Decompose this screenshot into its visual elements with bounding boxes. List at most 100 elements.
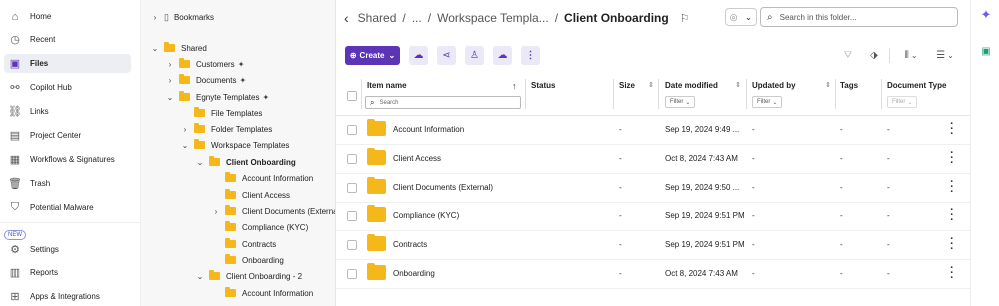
download-button[interactable]: ☁ <box>493 46 512 65</box>
more-vertical-icon[interactable]: · · · <box>948 119 956 140</box>
view-selector[interactable]: ◎ ⌄ <box>725 8 757 26</box>
tree-item-bookmarks[interactable]: › ▯ Bookmarks <box>150 10 214 24</box>
chevron-right-icon[interactable]: › <box>211 207 221 216</box>
more-vertical-icon[interactable]: · · · <box>948 148 956 169</box>
tree-item-compliance-kyc[interactable]: Compliance (KYC) <box>211 220 308 234</box>
breadcrumb-workspace-templates[interactable]: Workspace Templa... <box>437 11 549 25</box>
tree-item-contracts[interactable]: Contracts <box>211 237 276 251</box>
select-all-checkbox[interactable] <box>347 91 357 101</box>
item-name-search[interactable]: ⌕ Search <box>365 96 521 109</box>
breadcrumb-shared[interactable]: Shared <box>358 11 397 25</box>
nav-item-files[interactable]: ▣ Files <box>4 54 131 73</box>
share-button[interactable]: ⋖ <box>437 46 456 65</box>
tree-item-file-templates[interactable]: File Templates <box>180 106 262 120</box>
row-name[interactable]: Account Information <box>393 125 464 134</box>
search-box[interactable]: ⌕ Search in this folder... <box>760 7 958 27</box>
sort-arrow-up-icon[interactable]: ↑ <box>512 81 517 91</box>
row-checkbox[interactable] <box>347 240 357 250</box>
tree-item-workspace-templates[interactable]: ⌄ Workspace Templates <box>180 138 289 152</box>
more-vertical-icon[interactable]: · · · <box>948 177 956 198</box>
tree-item-documents[interactable]: › Documents ✦ <box>165 73 246 87</box>
row-checkbox[interactable] <box>347 269 357 279</box>
app-panel-icon[interactable]: ▣ <box>979 44 993 58</box>
chevron-down-icon[interactable]: ⌄ <box>180 141 190 150</box>
create-button[interactable]: ⊕ Create ⌄ <box>345 46 400 65</box>
more-vertical-icon[interactable]: · · · <box>948 234 956 255</box>
row-name[interactable]: Onboarding <box>393 269 435 278</box>
more-vertical-icon[interactable]: · · · <box>948 205 956 226</box>
nav-item-potential-malware[interactable]: ⛉ Potential Malware <box>4 198 131 217</box>
more-actions-button[interactable]: ⋮ <box>521 46 540 65</box>
nav-item-links[interactable]: ⛓ Links <box>4 102 131 121</box>
nav-item-reports[interactable]: ▥ Reports <box>4 263 131 282</box>
folder-icon <box>225 205 236 215</box>
tree-item-customers[interactable]: › Customers ✦ <box>165 57 244 71</box>
nav-item-copilot-hub[interactable]: ⚯ Copilot Hub <box>4 78 131 97</box>
row-name[interactable]: Client Access <box>393 154 441 163</box>
filter-icon[interactable]: ⛛ <box>841 48 855 63</box>
column-header-date-modified[interactable]: Date modified <box>665 81 718 90</box>
table-row[interactable]: Client Access - Oct 8, 2024 7:43 AM - - … <box>336 145 970 174</box>
bookmark-icon[interactable]: ⚐ <box>680 12 690 25</box>
breadcrumb-ellipsis[interactable]: ... <box>412 11 422 25</box>
sort-icon[interactable]: ⇕ <box>648 81 654 89</box>
date-filter[interactable]: Filter ⌄ <box>665 96 696 108</box>
table-row[interactable]: Compliance (KYC) - Sep 19, 2024 9:51 PM … <box>336 202 970 231</box>
tree-item-client-access[interactable]: Client Access <box>211 188 290 202</box>
row-name[interactable]: Contracts <box>393 240 427 249</box>
nav-item-project-center[interactable]: ▤ Project Center <box>4 126 131 145</box>
updated-by-filter[interactable]: Filter ⌄ <box>752 96 783 108</box>
nav-item-settings[interactable]: ⚙ Settings <box>4 240 131 259</box>
row-checkbox[interactable] <box>347 125 357 135</box>
chevron-right-icon[interactable]: › <box>165 76 175 85</box>
row-name[interactable]: Compliance (KYC) <box>393 211 459 220</box>
row-checkbox[interactable] <box>347 183 357 193</box>
more-vertical-icon[interactable]: · · · <box>948 263 956 284</box>
nav-item-recent[interactable]: ◷ Recent <box>4 30 131 49</box>
table-row[interactable]: Contracts - Sep 19, 2024 9:51 PM - - - ·… <box>336 231 970 260</box>
item-name-search-input[interactable]: Search <box>379 100 398 106</box>
copilot-sparkle-icon[interactable]: ✦ <box>979 7 993 22</box>
column-header-status[interactable]: Status <box>531 81 555 90</box>
nav-item-trash[interactable]: 🗑 Trash <box>4 174 131 193</box>
tree-item-client-onboarding-2[interactable]: ⌄ Client Onboarding - 2 <box>195 269 302 283</box>
row-checkbox[interactable] <box>347 211 357 221</box>
search-input[interactable]: Search in this folder... <box>780 13 857 22</box>
chevron-right-icon[interactable]: › <box>180 125 190 134</box>
list-view-button[interactable]: ☰ ⌄ <box>933 48 957 63</box>
chevron-down-icon[interactable]: ⌄ <box>195 272 205 281</box>
column-header-updated-by[interactable]: Updated by <box>752 81 796 90</box>
column-header-size[interactable]: Size <box>619 81 635 90</box>
tree-item-client-onboarding[interactable]: ⌄ Client Onboarding <box>195 155 296 169</box>
chevron-right-icon[interactable]: › <box>150 13 160 22</box>
table-row[interactable]: Onboarding - Oct 8, 2024 7:43 AM - - - ·… <box>336 260 970 289</box>
tree-item-onboarding[interactable]: Onboarding <box>211 253 284 267</box>
nav-item-home[interactable]: ⌂ Home <box>4 7 131 26</box>
tree-item-egnyte-templates[interactable]: ⌄ Egnyte Templates ✦ <box>165 90 269 104</box>
table-row[interactable]: Client Documents (External) - Sep 19, 20… <box>336 174 970 203</box>
nav-item-apps-integrations[interactable]: ⊞ Apps & Integrations <box>4 287 131 306</box>
column-header-item-name[interactable]: Item name <box>367 81 407 90</box>
nav-item-workflows[interactable]: ▦ Workflows & Signatures <box>4 150 131 169</box>
sort-icon[interactable]: ⇕ <box>735 81 741 89</box>
column-header-tags[interactable]: Tags <box>840 81 858 90</box>
user-permissions-button[interactable]: ♙ <box>465 46 484 65</box>
table-row[interactable]: Account Information - Sep 19, 2024 9:49 … <box>336 116 970 145</box>
tree-item-shared[interactable]: ⌄ Shared <box>150 41 207 55</box>
row-name[interactable]: Client Documents (External) <box>393 183 493 192</box>
upload-button[interactable]: ☁ <box>409 46 428 65</box>
column-header-document-type[interactable]: Document Type <box>887 81 946 90</box>
tree-item-account-information[interactable]: Account Information <box>211 171 313 185</box>
chevron-down-icon[interactable]: ⌄ <box>165 93 175 102</box>
sort-icon[interactable]: ⇕ <box>825 81 831 89</box>
tree-item-client-documents[interactable]: › Client Documents (Externa <box>211 204 335 218</box>
tree-item-folder-templates[interactable]: › Folder Templates <box>180 122 272 136</box>
columns-button[interactable]: ⦀ ⌄ <box>899 48 923 63</box>
chevron-down-icon[interactable]: ⌄ <box>150 44 160 53</box>
back-icon[interactable]: ‹ <box>344 10 349 26</box>
chevron-down-icon[interactable]: ⌄ <box>195 158 205 167</box>
chevron-right-icon[interactable]: › <box>165 60 175 69</box>
row-checkbox[interactable] <box>347 154 357 164</box>
tag-icon[interactable]: ⬗ <box>867 48 881 63</box>
tree-item-account-information-2[interactable]: Account Information <box>211 286 313 300</box>
